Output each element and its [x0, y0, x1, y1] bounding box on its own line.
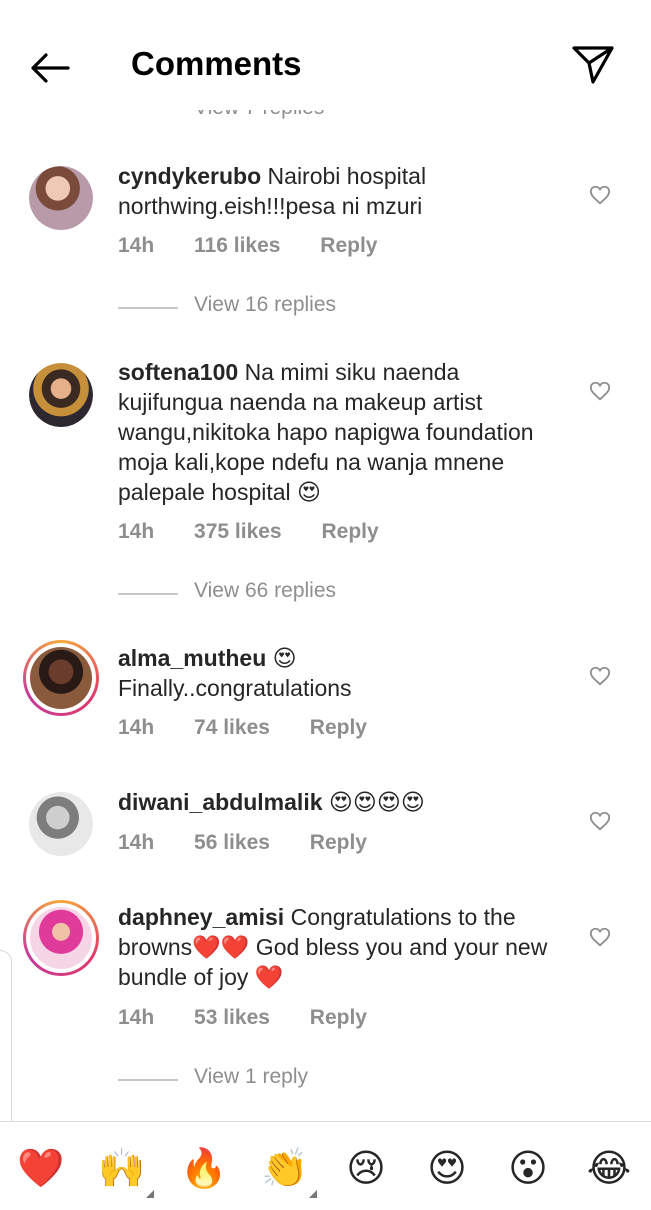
like-heart-icon[interactable] — [589, 380, 611, 402]
avatar[interactable] — [29, 792, 93, 856]
reply-button[interactable]: Reply — [320, 234, 377, 257]
emoji-surprised-face[interactable]: 😮 — [503, 1144, 553, 1194]
comment-time: 14h — [118, 234, 155, 257]
reply-button[interactable]: Reply — [310, 831, 367, 854]
avatar[interactable] — [29, 166, 93, 230]
avatar-story-ring[interactable] — [23, 640, 99, 716]
emoji-red-heart[interactable]: ❤️ — [16, 1144, 66, 1194]
like-heart-icon[interactable] — [589, 184, 611, 206]
emoji-quick-bar: ❤️ 🙌 🔥 👏 😢 😍 😮 😂 — [0, 1121, 651, 1210]
reply-button[interactable]: Reply — [310, 716, 367, 739]
comment-username[interactable]: softena100 — [118, 359, 238, 385]
comment-username[interactable]: cyndykerubo — [118, 163, 261, 189]
header-bar: Comments — [0, 0, 651, 110]
comment-likes[interactable]: 116 likes — [194, 234, 280, 257]
divider-line — [118, 307, 178, 309]
back-arrow-icon[interactable] — [26, 44, 74, 92]
send-icon[interactable] — [570, 42, 616, 88]
page-title: Comments — [131, 45, 302, 82]
divider-line — [118, 593, 178, 595]
emoji-crying-face[interactable]: 😢 — [341, 1144, 391, 1194]
emoji-heart-eyes[interactable]: 😍 — [422, 1144, 472, 1194]
comment-time: 14h — [118, 1006, 155, 1029]
emoji-tears-of-joy[interactable]: 😂 — [584, 1144, 634, 1194]
emoji-clapping-hands[interactable]: 👏 — [260, 1144, 310, 1194]
comment-text: 😍😍😍😍 — [328, 789, 425, 815]
like-heart-icon[interactable] — [589, 665, 611, 687]
comment-likes[interactable]: 56 likes — [194, 831, 270, 854]
emoji-raised-hands[interactable]: 🙌 — [97, 1144, 147, 1194]
comment-text: Finally..congratulations — [118, 675, 352, 701]
comment-time: 14h — [118, 520, 155, 543]
divider-line — [118, 1079, 178, 1081]
emoji-fire[interactable]: 🔥 — [179, 1144, 229, 1194]
more-variants-indicator — [146, 1190, 154, 1198]
comment-likes[interactable]: 74 likes — [194, 716, 270, 739]
comment-username[interactable]: daphney_amisi — [118, 904, 284, 930]
more-variants-indicator — [309, 1190, 317, 1198]
comment-time: 14h — [118, 831, 155, 854]
comment-time: 14h — [118, 716, 155, 739]
reply-button[interactable]: Reply — [321, 520, 378, 543]
avatar[interactable] — [29, 363, 93, 427]
comment-emoji: 😍 — [272, 645, 297, 671]
comment-username[interactable]: alma_mutheu — [118, 645, 266, 671]
like-heart-icon[interactable] — [589, 810, 611, 832]
like-heart-icon[interactable] — [589, 926, 611, 948]
comment-likes[interactable]: 53 likes — [194, 1006, 270, 1029]
comment-username[interactable]: diwani_abdulmalik — [118, 789, 323, 815]
avatar-story-ring[interactable] — [23, 900, 99, 976]
comment-likes[interactable]: 375 likes — [194, 520, 282, 543]
reply-button[interactable]: Reply — [310, 1006, 367, 1029]
